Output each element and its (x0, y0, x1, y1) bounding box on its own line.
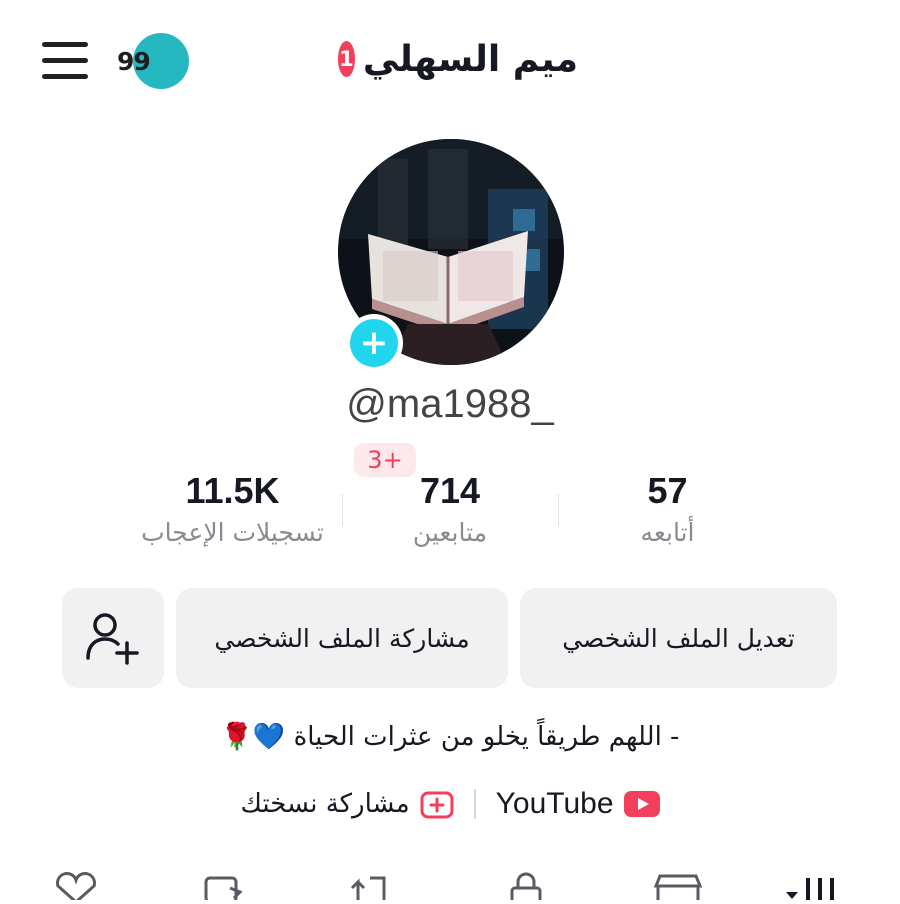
youtube-icon (623, 791, 660, 817)
stat-value: 57 (647, 470, 688, 511)
repost-icon (350, 876, 386, 900)
share-copy-label: مشاركة نسختك (240, 789, 410, 819)
youtube-label: YouTube (495, 787, 614, 820)
hamburger-menu-icon (42, 42, 88, 47)
stat-label: تسجيلات الإعجاب (141, 518, 324, 547)
stat-value: 11.5K (185, 470, 280, 511)
divider (342, 494, 343, 526)
add-friend-button[interactable] (62, 588, 164, 688)
stat-followers[interactable]: 714 متابعين (390, 470, 510, 547)
tab-reposts[interactable] (346, 872, 398, 900)
tab-saved[interactable] (200, 872, 252, 904)
title-bar[interactable]: 1 ميم السهلي (338, 36, 578, 82)
add-photo-button[interactable]: + (345, 314, 403, 372)
tab-private[interactable] (500, 872, 552, 904)
streak-value: 99 (117, 47, 151, 76)
menu-button[interactable] (40, 42, 90, 80)
youtube-link[interactable]: YouTube (496, 787, 660, 821)
tab-liked[interactable] (50, 872, 102, 904)
streak-badge[interactable]: 99 (117, 33, 189, 89)
username: @ma1988_ (346, 382, 554, 426)
divider (473, 789, 476, 819)
edit-profile-button[interactable]: تعديل الملف الشخصي (520, 588, 837, 688)
stat-label: متابعين (412, 518, 488, 547)
bookmark-icon (204, 876, 243, 904)
tab-shop[interactable] (652, 872, 704, 900)
shop-icon (653, 874, 703, 900)
bio: - اللهم طريقاً يخلو من عثرات الحياة 💙🌹 (220, 722, 680, 752)
notification-badge: 1 (338, 41, 355, 77)
share-profile-button[interactable]: مشاركة الملف الشخصي (176, 588, 508, 688)
divider (558, 494, 559, 526)
lock-icon (510, 872, 542, 904)
share-copy-link[interactable]: مشاركة نسختك (240, 789, 454, 819)
videos-grid-icon (786, 878, 834, 900)
plus-icon: + (350, 319, 398, 367)
plus-square-icon (420, 791, 454, 819)
add-friend-icon (86, 613, 139, 665)
stat-value: 714 (419, 470, 481, 511)
liked-icon (56, 872, 96, 904)
stat-following[interactable]: 57 أتابعه (610, 470, 725, 547)
tab-videos[interactable] (786, 872, 838, 900)
stat-likes[interactable]: 11.5K تسجيلات الإعجاب (125, 470, 340, 547)
page-title: ميم السهلي (362, 38, 578, 80)
stat-label: أتابعه (640, 518, 695, 547)
links-row: مشاركة نسختك YouTube (150, 782, 750, 826)
